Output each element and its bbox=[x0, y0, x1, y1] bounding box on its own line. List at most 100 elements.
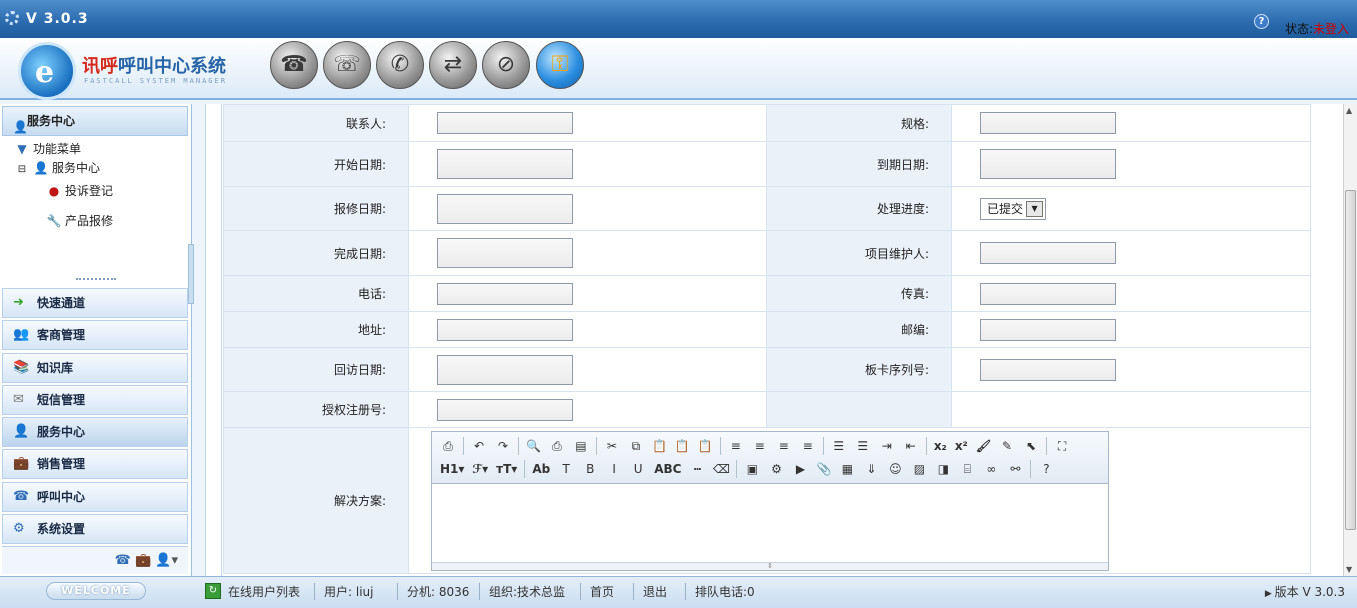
copy-icon[interactable]: ⧉ bbox=[626, 436, 646, 456]
phone-dial-icon[interactable]: ☎ bbox=[270, 41, 318, 89]
font-size-icon[interactable]: тT▾ bbox=[494, 459, 519, 479]
menu-service-center[interactable]: 👤 服务中心 bbox=[2, 417, 188, 447]
tree-root[interactable]: ▼ 功能菜单 bbox=[14, 140, 81, 157]
address-input[interactable] bbox=[437, 318, 573, 341]
undo-icon[interactable]: ↶ bbox=[469, 436, 489, 456]
italic-icon[interactable]: I bbox=[604, 459, 624, 479]
phone-answer-icon[interactable]: ☏ bbox=[323, 41, 371, 89]
logout-link[interactable]: 退出 bbox=[633, 583, 667, 600]
repair-date-input[interactable] bbox=[437, 193, 573, 224]
end-date-input[interactable] bbox=[980, 149, 1116, 179]
attachment-icon[interactable]: 📎 bbox=[814, 459, 833, 479]
menu-sms[interactable]: ✉ 短信管理 bbox=[2, 385, 188, 415]
phone-input[interactable] bbox=[437, 282, 573, 305]
subscript-icon[interactable]: x₂ bbox=[932, 436, 949, 456]
scrollbar-thumb[interactable] bbox=[1345, 190, 1356, 530]
visit-date-input[interactable] bbox=[437, 354, 573, 385]
start-date-input[interactable] bbox=[437, 149, 573, 179]
table-icon[interactable]: ▦ bbox=[837, 459, 857, 479]
menu-callcenter[interactable]: ☎ 呼叫中心 bbox=[2, 482, 188, 512]
quick-format-icon[interactable]: ✎ bbox=[997, 436, 1017, 456]
online-users-icon[interactable]: ↻ bbox=[205, 583, 221, 599]
solution-textarea[interactable] bbox=[432, 483, 1108, 564]
maintainer-input[interactable] bbox=[980, 242, 1116, 264]
progress-select[interactable]: 已提交 ▼ bbox=[980, 197, 1047, 220]
about-icon[interactable]: ? bbox=[1036, 459, 1056, 479]
template-icon[interactable]: ▤ bbox=[571, 436, 591, 456]
scroll-down-icon[interactable]: ▼ bbox=[1346, 565, 1352, 574]
page-break-icon[interactable]: ⌸ bbox=[957, 459, 977, 479]
tree-group-service[interactable]: ⊟ 👤 服务中心 bbox=[14, 159, 100, 176]
sidebar-splitter[interactable] bbox=[76, 278, 116, 282]
image-icon[interactable]: ▨ bbox=[909, 459, 929, 479]
scroll-up-icon[interactable]: ▲ bbox=[1346, 106, 1352, 115]
briefcase-icon[interactable]: 💼 bbox=[135, 553, 151, 568]
phone-hangup-icon[interactable]: ✆ bbox=[376, 41, 424, 89]
media-icon[interactable]: ▶ bbox=[790, 459, 810, 479]
clear-format-icon[interactable]: 🖌 bbox=[974, 436, 993, 456]
person-icon[interactable]: 👤▾ bbox=[155, 553, 178, 568]
horizontal-rule-icon[interactable]: ┅ bbox=[687, 459, 707, 479]
superscript-icon[interactable]: x² bbox=[953, 436, 970, 456]
ordered-list-icon[interactable]: ☰ bbox=[829, 436, 849, 456]
spec-input[interactable] bbox=[980, 112, 1116, 134]
menu-customer[interactable]: 👥 客商管理 bbox=[2, 320, 188, 350]
menu-sales[interactable]: 💼 销售管理 bbox=[2, 449, 188, 479]
preview-icon[interactable]: 🔍 bbox=[524, 436, 543, 456]
paste-word-icon[interactable]: 📋 bbox=[696, 436, 715, 456]
help-icon[interactable]: ? bbox=[1254, 14, 1269, 29]
unordered-list-icon[interactable]: ☰ bbox=[853, 436, 873, 456]
menu-settings[interactable]: ⚙ 系统设置 bbox=[2, 514, 188, 544]
zip-input[interactable] bbox=[980, 318, 1116, 341]
contact-input[interactable] bbox=[437, 112, 573, 134]
select-all-icon[interactable]: ⬉ bbox=[1021, 436, 1041, 456]
eraser-icon[interactable]: ⌫ bbox=[711, 459, 731, 479]
link-icon[interactable]: ∞ bbox=[981, 459, 1001, 479]
paste-text-icon[interactable]: 📋 bbox=[673, 436, 692, 456]
card-serial-input[interactable] bbox=[980, 358, 1116, 381]
phone-mute-icon[interactable]: ⊘ bbox=[482, 41, 530, 89]
unlink-icon[interactable]: ⚯ bbox=[1005, 459, 1025, 479]
tree-item-complaint[interactable]: ● 投诉登记 bbox=[46, 182, 113, 199]
underline-icon[interactable]: U bbox=[628, 459, 648, 479]
bold-icon[interactable]: B bbox=[580, 459, 600, 479]
font-color-icon[interactable]: Ab bbox=[530, 459, 552, 479]
sidebar-collapse-handle[interactable] bbox=[188, 244, 194, 304]
online-users-link[interactable]: 在线用户列表 bbox=[228, 583, 300, 600]
print-icon[interactable]: ⎙ bbox=[547, 436, 567, 456]
highlight-icon[interactable]: T bbox=[556, 459, 576, 479]
tree-item-repair[interactable]: 🔧 产品报修 bbox=[46, 212, 114, 229]
home-link[interactable]: 首页 bbox=[580, 583, 614, 600]
fullscreen-icon[interactable]: ⛶ bbox=[1052, 436, 1072, 456]
indent-icon[interactable]: ⇥ bbox=[877, 436, 897, 456]
image-upload-icon[interactable]: ▣ bbox=[742, 459, 762, 479]
chevron-down-icon[interactable]: ▼ bbox=[1026, 200, 1044, 217]
license-input[interactable] bbox=[437, 398, 573, 421]
fax-input[interactable] bbox=[980, 282, 1116, 305]
hr-insert-icon[interactable]: ⇓ bbox=[861, 459, 881, 479]
flash-icon[interactable]: ⚙ bbox=[766, 459, 786, 479]
outdent-icon[interactable]: ⇤ bbox=[901, 436, 921, 456]
menu-knowledge[interactable]: 📚 知识库 bbox=[2, 353, 188, 383]
person-icon: 👤 bbox=[33, 161, 49, 175]
font-family-icon[interactable]: ℱ▾ bbox=[470, 459, 490, 479]
phone-transfer-icon[interactable]: ⇄ bbox=[429, 41, 477, 89]
align-right-icon[interactable]: ≡ bbox=[774, 436, 794, 456]
strikethrough-icon[interactable]: ABC bbox=[652, 459, 683, 479]
heading-icon[interactable]: H1▾ bbox=[438, 459, 466, 479]
code-icon[interactable]: ◨ bbox=[933, 459, 953, 479]
paste-icon[interactable]: 📋 bbox=[650, 436, 669, 456]
align-center-icon[interactable]: ≡ bbox=[750, 436, 770, 456]
finish-date-input[interactable] bbox=[437, 238, 573, 268]
phone-icon[interactable]: ☎ bbox=[115, 553, 131, 568]
cut-icon[interactable]: ✂ bbox=[602, 436, 622, 456]
source-icon[interactable]: ⎙ bbox=[438, 436, 458, 456]
editor-resize-handle[interactable]: ⇕ bbox=[432, 561, 1108, 570]
align-justify-icon[interactable]: ≡ bbox=[798, 436, 818, 456]
menu-quick-access[interactable]: ➜ 快速通道 bbox=[2, 288, 188, 318]
align-left-icon[interactable]: ≡ bbox=[726, 436, 746, 456]
redo-icon[interactable]: ↷ bbox=[493, 436, 513, 456]
emoticon-icon[interactable]: ☺ bbox=[885, 459, 905, 479]
vertical-scrollbar[interactable]: ▲ ▼ bbox=[1343, 104, 1357, 576]
key-login-icon[interactable]: ⚿ bbox=[536, 41, 584, 89]
